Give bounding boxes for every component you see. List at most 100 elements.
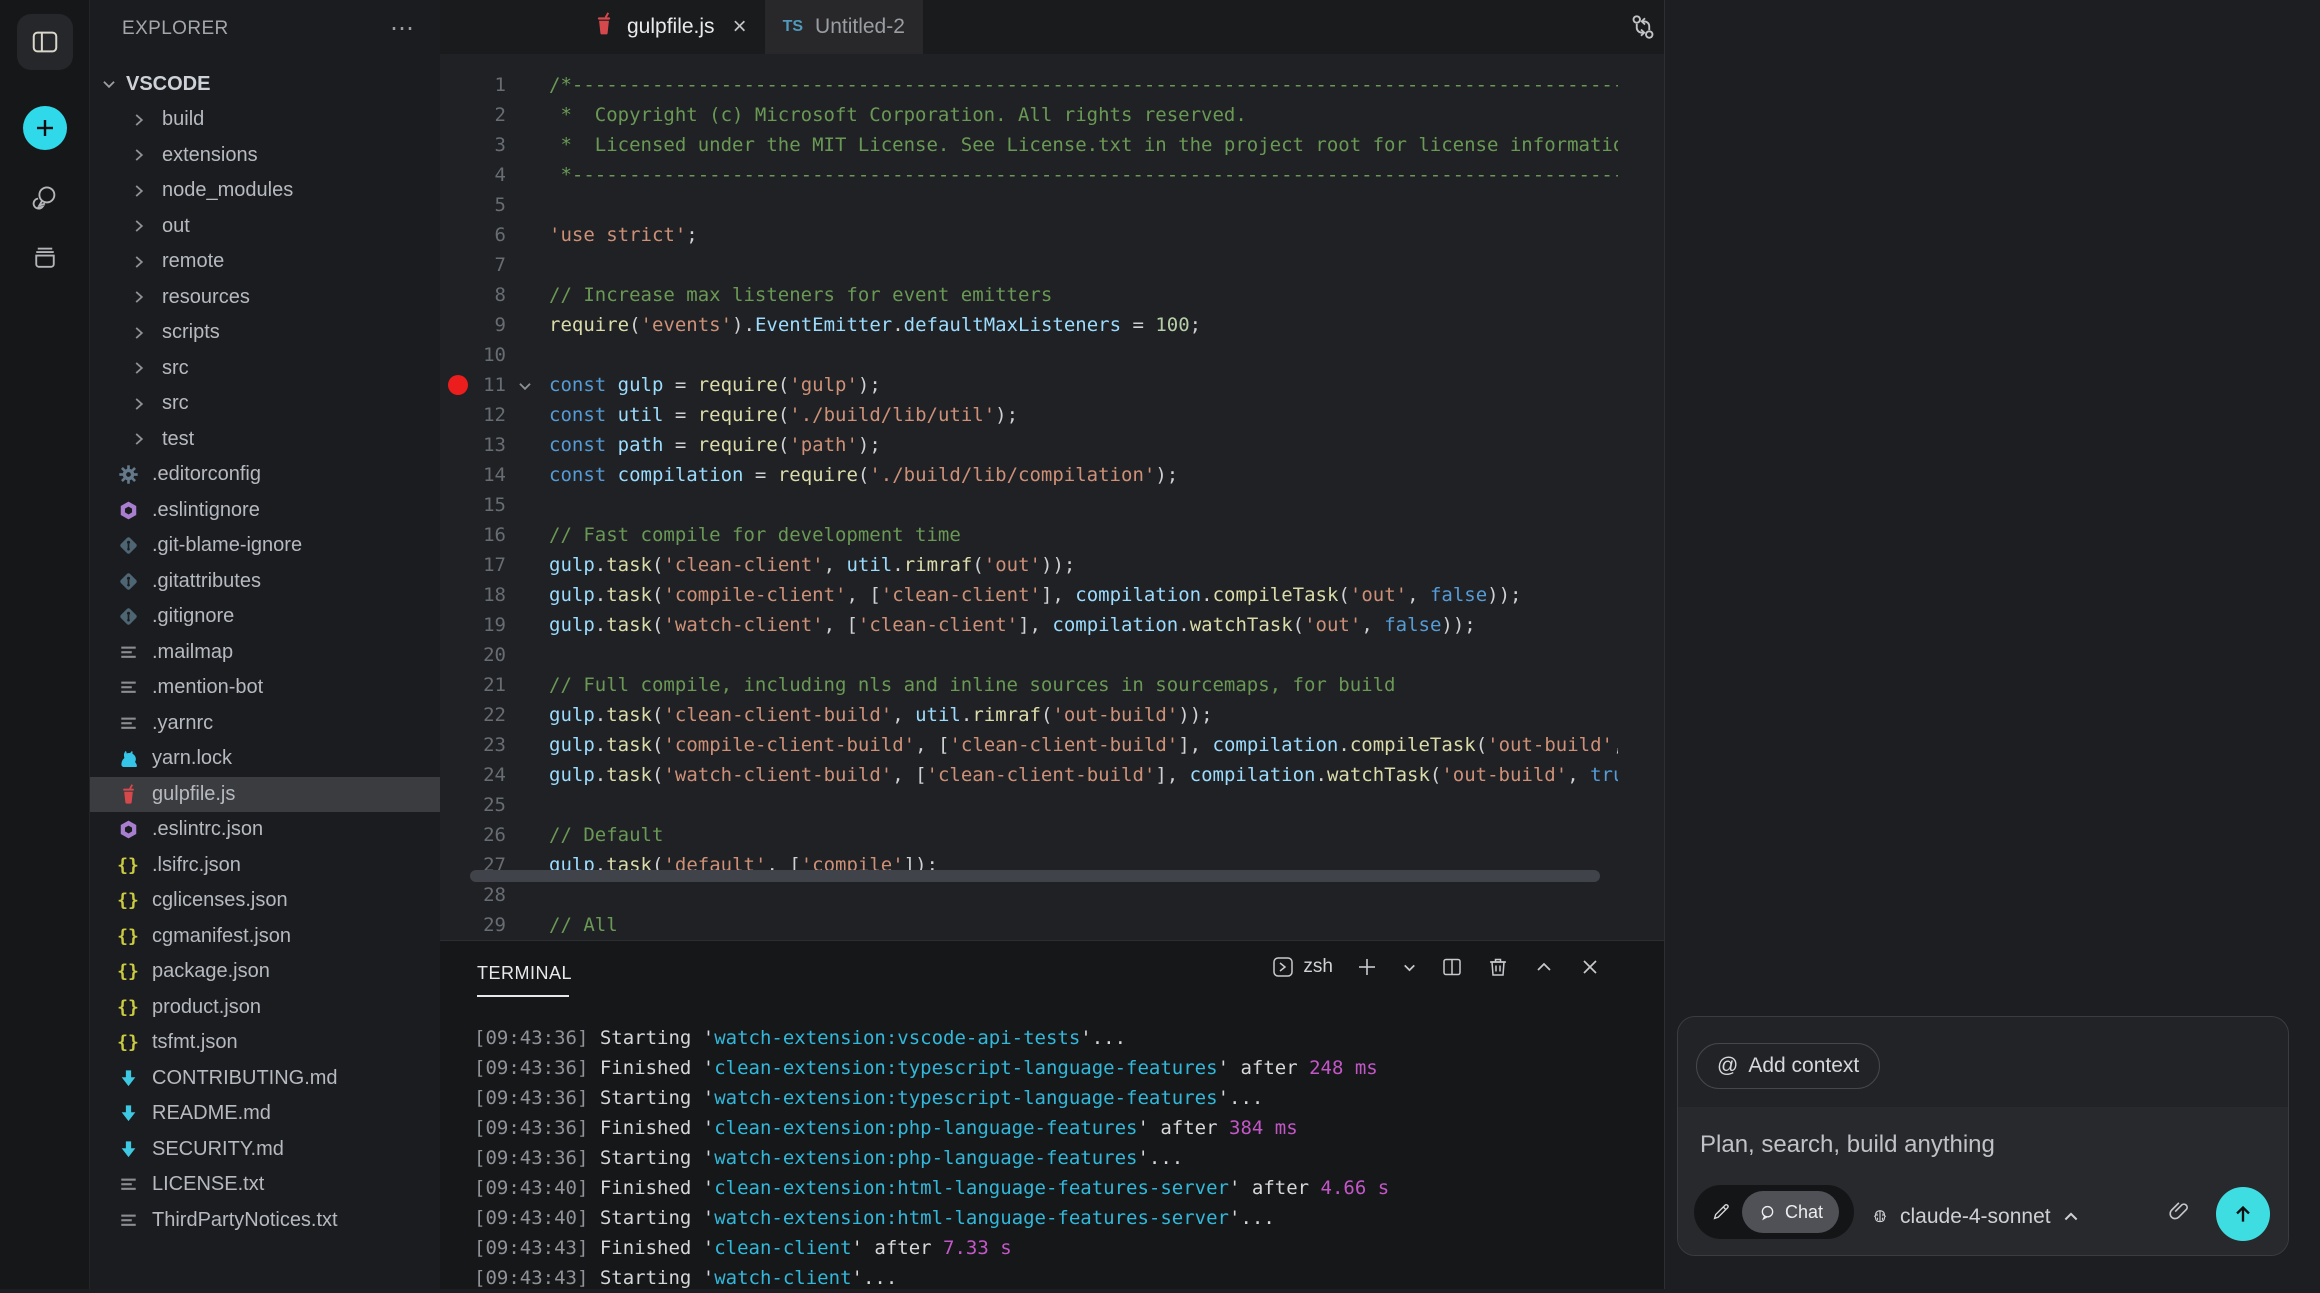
folder-item-extensions[interactable]: extensions xyxy=(90,138,440,174)
file-label: CONTRIBUTING.md xyxy=(152,1067,338,1090)
ts-icon: TS xyxy=(783,18,803,36)
file-label: resources xyxy=(162,286,250,309)
md-icon xyxy=(116,1102,140,1126)
launch-profile-chevron-icon[interactable] xyxy=(1401,959,1418,976)
file-label: .mailmap xyxy=(152,641,233,664)
chevron-right-icon xyxy=(130,323,150,343)
file-item-.eslintignore[interactable]: .eslintignore xyxy=(90,493,440,529)
terminal-output[interactable]: [09:43:36] Starting 'watch-extension:vsc… xyxy=(474,1023,1654,1293)
line-number: 20 xyxy=(440,640,506,670)
new-terminal-icon[interactable] xyxy=(1355,955,1379,979)
eslint-icon xyxy=(116,498,140,522)
file-item-.git-blame-ignore[interactable]: .git-blame-ignore xyxy=(90,528,440,564)
compare-changes-icon[interactable] xyxy=(1628,12,1658,45)
archive-box-icon[interactable] xyxy=(17,230,73,286)
file-item-.gitattributes[interactable]: .gitattributes xyxy=(90,564,440,600)
file-label: tsfmt.json xyxy=(152,1031,238,1054)
file-item-yarn.lock[interactable]: yarn.lock xyxy=(90,741,440,777)
code-line: 17gulp.task('clean-client', util.rimraf(… xyxy=(440,550,1618,580)
chat-placeholder: Plan, search, build anything xyxy=(1700,1131,1995,1159)
lines-icon xyxy=(116,640,140,664)
file-item-.mention-bot[interactable]: .mention-bot xyxy=(90,670,440,706)
terminal-tab[interactable]: TERMINAL xyxy=(477,963,572,984)
line-number: 19 xyxy=(440,610,506,640)
fold-chevron-icon[interactable] xyxy=(516,374,536,394)
file-item-tsfmt.json[interactable]: {}tsfmt.json xyxy=(90,1025,440,1061)
terminal-line: [09:43:40] Starting 'watch-extension:htm… xyxy=(474,1203,1654,1233)
tab-gulpfile[interactable]: gulpfile.js × xyxy=(575,0,765,54)
folder-item-test[interactable]: test xyxy=(90,422,440,458)
file-item-cgmanifest.json[interactable]: {}cgmanifest.json xyxy=(90,919,440,955)
folder-item-src[interactable]: src xyxy=(90,351,440,387)
file-label: yarn.lock xyxy=(152,747,232,770)
file-item-ThirdPartyNotices.txt[interactable]: ThirdPartyNotices.txt xyxy=(90,1203,440,1239)
horizontal-scrollbar[interactable] xyxy=(470,870,1600,882)
file-item-.gitignore[interactable]: .gitignore xyxy=(90,599,440,635)
close-icon[interactable]: × xyxy=(733,13,747,41)
file-item-cglicenses.json[interactable]: {}cglicenses.json xyxy=(90,883,440,919)
file-item-.editorconfig[interactable]: .editorconfig xyxy=(90,457,440,493)
close-panel-icon[interactable] xyxy=(1578,955,1602,979)
folder-item-node_modules[interactable]: node_modules xyxy=(90,173,440,209)
file-label: .lsifrc.json xyxy=(152,854,241,877)
line-number: 6 xyxy=(440,220,506,250)
file-label: LICENSE.txt xyxy=(152,1173,264,1196)
folder-item-build[interactable]: build xyxy=(90,102,440,138)
file-item-.mailmap[interactable]: .mailmap xyxy=(90,635,440,671)
folder-item-resources[interactable]: resources xyxy=(90,280,440,316)
tree-root-vscode[interactable]: VSCODE xyxy=(100,66,440,102)
line-number: 18 xyxy=(440,580,506,610)
file-item-.lsifrc.json[interactable]: {} .lsifrc.json xyxy=(90,848,440,884)
terminal-line: [09:43:36] Starting 'watch-extension:php… xyxy=(474,1143,1654,1173)
file-label: product.json xyxy=(152,996,261,1019)
line-number: 12 xyxy=(440,400,506,430)
new-chat-plus-icon[interactable] xyxy=(23,106,67,150)
code-line: 22gulp.task('clean-client-build', util.r… xyxy=(440,700,1618,730)
file-label: node_modules xyxy=(162,179,293,202)
file-item-SECURITY.md[interactable]: SECURITY.md xyxy=(90,1132,440,1168)
chat-mode-button[interactable]: Chat xyxy=(1742,1191,1839,1233)
file-label: .gitattributes xyxy=(152,570,261,593)
lines-icon xyxy=(116,1208,140,1232)
code-line: 20 xyxy=(440,640,1618,670)
line-number: 28 xyxy=(440,880,506,910)
tab-label: Untitled-2 xyxy=(815,15,905,39)
folder-item-scripts[interactable]: scripts xyxy=(90,315,440,351)
folder-item-out[interactable]: out xyxy=(90,209,440,245)
add-context-button[interactable]: @ Add context xyxy=(1696,1043,1880,1089)
maximize-panel-icon[interactable] xyxy=(1532,955,1556,979)
file-item-.yarnrc[interactable]: .yarnrc xyxy=(90,706,440,742)
file-item-CONTRIBUTING.md[interactable]: CONTRIBUTING.md xyxy=(90,1061,440,1097)
line-number: 4 xyxy=(440,160,506,190)
explorer-more-actions-icon[interactable]: ⋯ xyxy=(390,24,416,34)
file-item-README.md[interactable]: README.md xyxy=(90,1096,440,1132)
git-icon xyxy=(116,569,140,593)
chat-bubbles-icon[interactable] xyxy=(17,170,73,226)
code-editor[interactable]: 1/*-------------------------------------… xyxy=(440,54,1618,940)
terminal-shell-selector[interactable]: zsh xyxy=(1271,955,1333,979)
file-item-gulpfile.js[interactable]: gulpfile.js xyxy=(90,777,440,813)
line-number: 17 xyxy=(440,550,506,580)
split-terminal-icon[interactable] xyxy=(1440,955,1464,979)
file-item-package.json[interactable]: {}package.json xyxy=(90,954,440,990)
mode-toggle[interactable]: Chat xyxy=(1694,1185,1854,1239)
gulp-icon xyxy=(116,782,140,806)
file-item-product.json[interactable]: {} product.json xyxy=(90,990,440,1026)
line-number: 23 xyxy=(440,730,506,760)
kill-terminal-icon[interactable] xyxy=(1486,955,1510,979)
tab-untitled-2[interactable]: TS Untitled-2 xyxy=(765,0,923,54)
folder-item-remote[interactable]: remote xyxy=(90,244,440,280)
file-item-LICENSE.txt[interactable]: LICENSE.txt xyxy=(90,1167,440,1203)
send-button[interactable] xyxy=(2216,1187,2270,1241)
braces-icon: {} xyxy=(116,995,140,1019)
folder-item-src[interactable]: src xyxy=(90,386,440,422)
chevron-right-icon xyxy=(130,394,150,414)
paperclip-icon[interactable] xyxy=(2166,1198,2192,1227)
model-selector[interactable]: claude-4-sonnet xyxy=(1870,1205,2081,1229)
file-label: src xyxy=(162,392,189,415)
sidebar-toggle-icon[interactable] xyxy=(17,14,73,70)
terminal-tab-underline xyxy=(477,995,569,997)
chat-input-area[interactable]: Plan, search, build anything Chat claude… xyxy=(1678,1107,2288,1255)
file-item-.eslintrc.json[interactable]: .eslintrc.json xyxy=(90,812,440,848)
braces-icon: {} xyxy=(116,853,140,877)
